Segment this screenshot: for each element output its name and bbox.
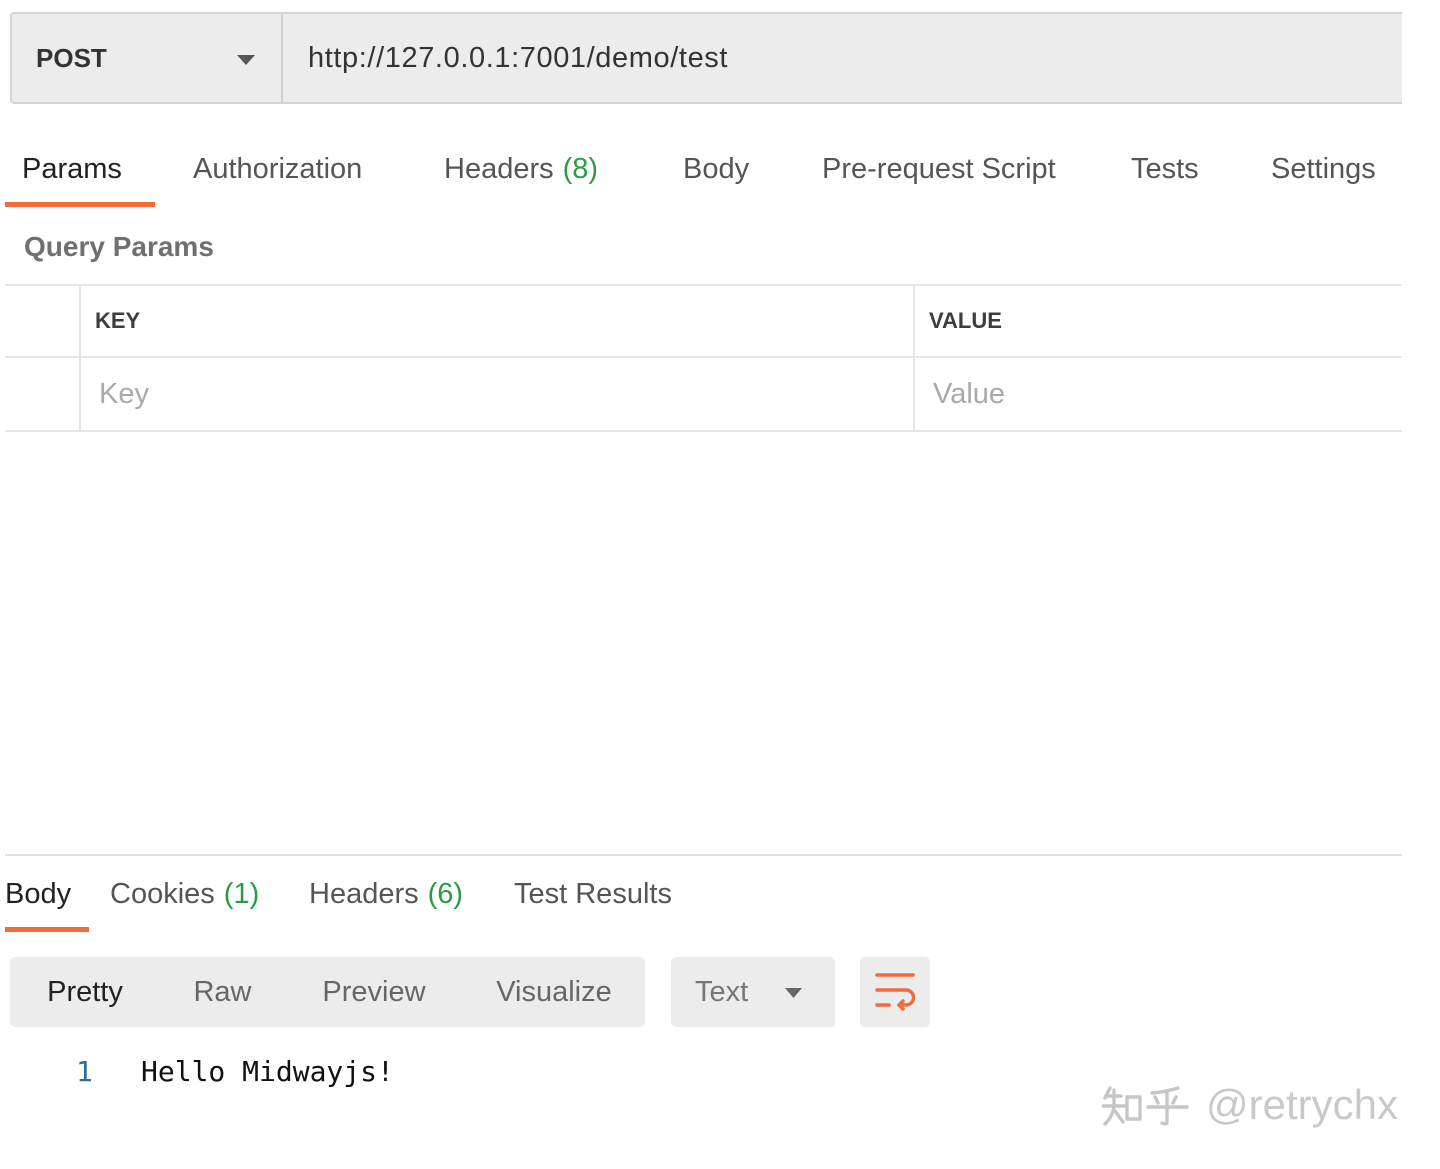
tab-response-cookies[interactable]: Cookies (1)	[110, 856, 259, 934]
key-column-header: KEY	[81, 286, 915, 356]
request-tabs: Params Authorization Headers (8) Body Pre…	[0, 130, 1440, 208]
tab-count-badge: (8)	[562, 153, 599, 185]
tab-response-test-results[interactable]: Test Results	[514, 856, 672, 934]
tab-label: Body	[683, 153, 750, 185]
tab-body[interactable]: Body	[683, 130, 749, 208]
tab-label: Params	[22, 153, 122, 185]
line-number: 1	[76, 1055, 93, 1088]
view-mode-pretty[interactable]: Pretty	[10, 957, 160, 1027]
value-column-header: VALUE	[915, 286, 1402, 356]
url-value: http://127.0.0.1:7001/demo/test	[308, 42, 729, 74]
postman-request-view: POST http://127.0.0.1:7001/demo/test Par…	[0, 0, 1440, 1169]
watermark-logo	[1102, 1086, 1189, 1126]
key-placeholder: Key	[99, 377, 149, 410]
tab-response-headers[interactable]: Headers (6)	[309, 856, 463, 934]
chevron-down-icon	[785, 988, 802, 998]
request-bar: POST http://127.0.0.1:7001/demo/test	[10, 12, 1402, 104]
response-view-modes: Pretty Raw Preview Visualize	[10, 957, 645, 1027]
tab-label: Pre-request Script	[822, 153, 1056, 185]
tab-count-badge: (6)	[427, 878, 464, 910]
view-mode-label: Raw	[193, 976, 252, 1008]
line-text: Hello Midwayjs!	[141, 1055, 394, 1088]
query-params-title: Query Params	[24, 231, 214, 262]
tab-label: Test Results	[514, 878, 672, 910]
view-mode-label: Pretty	[47, 976, 123, 1008]
tab-label: Headers	[309, 878, 419, 910]
select-column-header	[5, 286, 81, 356]
response-tabs: Body Cookies (1) Headers (6) Test Results	[0, 856, 1440, 934]
tab-label: Headers	[444, 153, 554, 185]
tab-label: Authorization	[193, 153, 363, 185]
view-mode-visualize[interactable]: Visualize	[463, 957, 645, 1027]
method-select[interactable]: POST	[12, 14, 283, 102]
wrap-lines-button[interactable]	[860, 957, 930, 1027]
view-mode-raw[interactable]: Raw	[160, 957, 285, 1027]
tab-settings[interactable]: Settings	[1271, 130, 1376, 208]
watermark-handle: @retrychx	[1206, 1081, 1398, 1128]
wrap-lines-icon	[875, 973, 916, 1011]
column-header-label: KEY	[95, 308, 141, 333]
active-tab-indicator	[5, 202, 155, 207]
tab-params[interactable]: Params	[5, 130, 155, 208]
tab-response-body[interactable]: Body	[5, 856, 89, 934]
tab-label: Settings	[1271, 153, 1376, 185]
table-header-row: KEY VALUE	[5, 284, 1402, 358]
tab-authorization[interactable]: Authorization	[193, 130, 362, 208]
view-mode-label: Preview	[322, 976, 426, 1008]
tab-pre-request-script[interactable]: Pre-request Script	[822, 130, 1056, 208]
response-format-select[interactable]: Text	[671, 957, 835, 1027]
tab-label: Cookies	[110, 878, 215, 910]
tab-headers[interactable]: Headers (8)	[444, 130, 598, 208]
column-header-label: VALUE	[929, 308, 1002, 333]
view-mode-preview[interactable]: Preview	[285, 957, 463, 1027]
value-placeholder: Value	[933, 377, 1006, 410]
key-input[interactable]: Key	[81, 358, 915, 430]
query-params-table: KEY VALUE Key Value	[5, 284, 1402, 432]
url-input[interactable]: http://127.0.0.1:7001/demo/test	[283, 14, 1402, 102]
table-row: Key Value	[5, 358, 1402, 432]
active-tab-indicator	[5, 927, 89, 932]
chevron-down-icon	[237, 55, 255, 65]
format-label: Text	[695, 976, 749, 1008]
tab-label: Tests	[1131, 153, 1199, 185]
tab-label: Body	[5, 878, 72, 910]
tab-tests[interactable]: Tests	[1131, 130, 1199, 208]
tab-count-badge: (1)	[223, 878, 260, 910]
method-label: POST	[36, 43, 107, 73]
row-select-cell	[5, 358, 81, 430]
view-mode-label: Visualize	[496, 976, 612, 1008]
value-input[interactable]: Value	[915, 358, 1402, 430]
